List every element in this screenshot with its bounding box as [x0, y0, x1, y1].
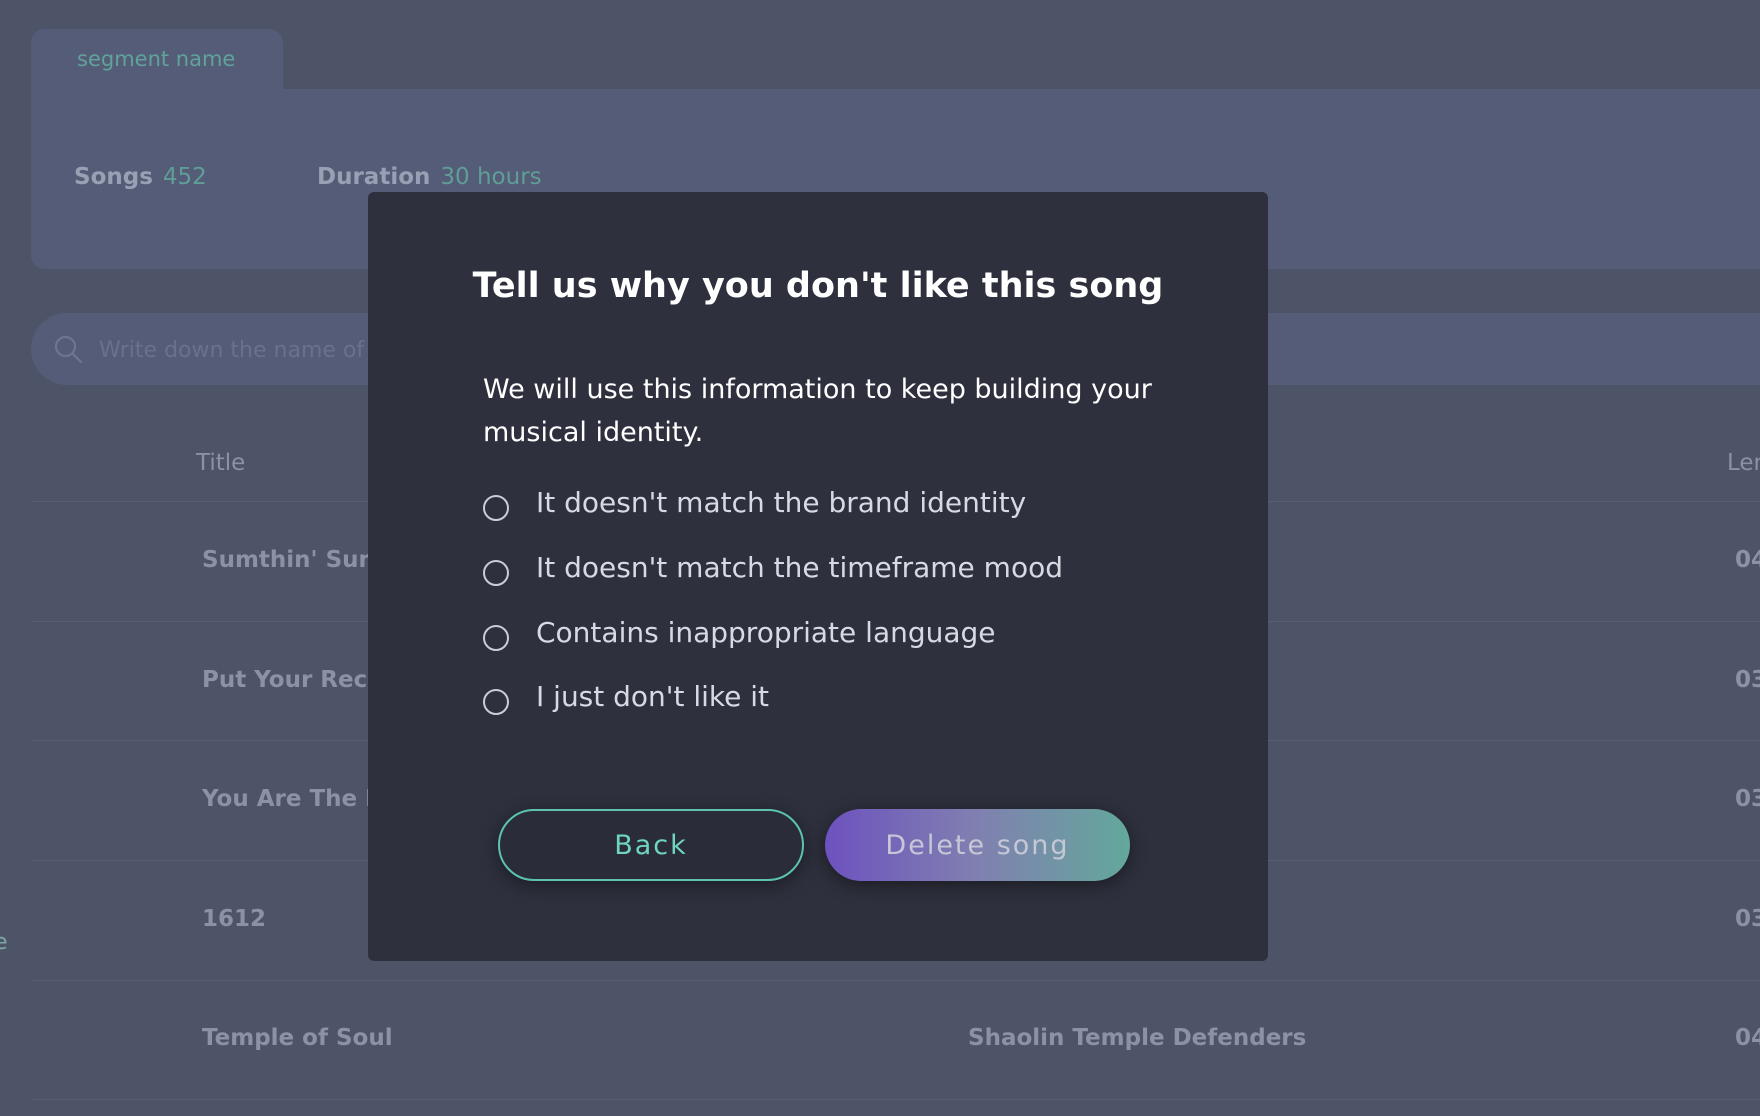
table-row-length: 03 — [1735, 906, 1760, 932]
table-row-title[interactable]: Temple of Soul — [202, 1025, 393, 1051]
column-header-title[interactable]: Title — [196, 450, 245, 476]
table-row-artist: Shaolin Temple Defenders — [968, 1025, 1307, 1051]
duration-value: 30 hours — [440, 164, 542, 190]
radio-button[interactable] — [483, 625, 509, 651]
table-row-title[interactable]: 1612 — [202, 906, 266, 932]
songs-stat: Songs 452 — [74, 164, 207, 190]
radio-button[interactable] — [483, 560, 509, 586]
table-row-title[interactable]: Put Your Reco — [202, 667, 383, 693]
table-divider — [31, 980, 1760, 981]
dislike-reason-modal: Tell us why you don't like this song We … — [368, 192, 1268, 961]
table-row-title[interactable]: Sumthin' Sumt — [202, 547, 393, 573]
radio-button[interactable] — [483, 495, 509, 521]
reason-option-label: It doesn't match the timeframe mood — [536, 551, 1063, 584]
table-row-length: 03 — [1735, 667, 1760, 693]
reason-option-label: I just don't like it — [536, 680, 770, 713]
reason-option-inappropriate-language[interactable]: Contains inappropriate language — [483, 616, 1203, 656]
modal-title: Tell us why you don't like this song — [472, 266, 1164, 306]
reason-option-label: It doesn't match the brand identity — [536, 486, 1027, 519]
reason-option-timeframe-mood[interactable]: It doesn't match the timeframe mood — [483, 551, 1203, 591]
table-divider — [31, 1099, 1760, 1100]
table-row-length: 04 — [1735, 1025, 1760, 1051]
delete-song-button[interactable]: Delete song — [825, 809, 1130, 881]
songs-count: 452 — [162, 164, 207, 190]
table-row-length: 04 — [1735, 547, 1760, 573]
reason-option-brand-identity[interactable]: It doesn't match the brand identity — [483, 486, 1203, 526]
songs-label: Songs — [74, 164, 153, 190]
reason-option-dont-like[interactable]: I just don't like it — [483, 680, 1203, 720]
duration-stat: Duration 30 hours — [317, 164, 542, 190]
reason-option-label: Contains inappropriate language — [536, 616, 996, 649]
back-button[interactable]: Back — [498, 809, 804, 881]
radio-button[interactable] — [483, 689, 509, 715]
segment-tab[interactable]: segment name — [31, 29, 283, 91]
duration-label: Duration — [317, 164, 431, 190]
segment-name-label: segment name — [77, 47, 236, 71]
search-icon — [54, 335, 83, 364]
column-header-length[interactable]: Len — [1727, 450, 1760, 476]
table-row-length: 03 — [1735, 786, 1760, 812]
modal-description: We will use this information to keep bui… — [483, 374, 1152, 448]
sidebar-text-fragment: e — [0, 930, 8, 955]
